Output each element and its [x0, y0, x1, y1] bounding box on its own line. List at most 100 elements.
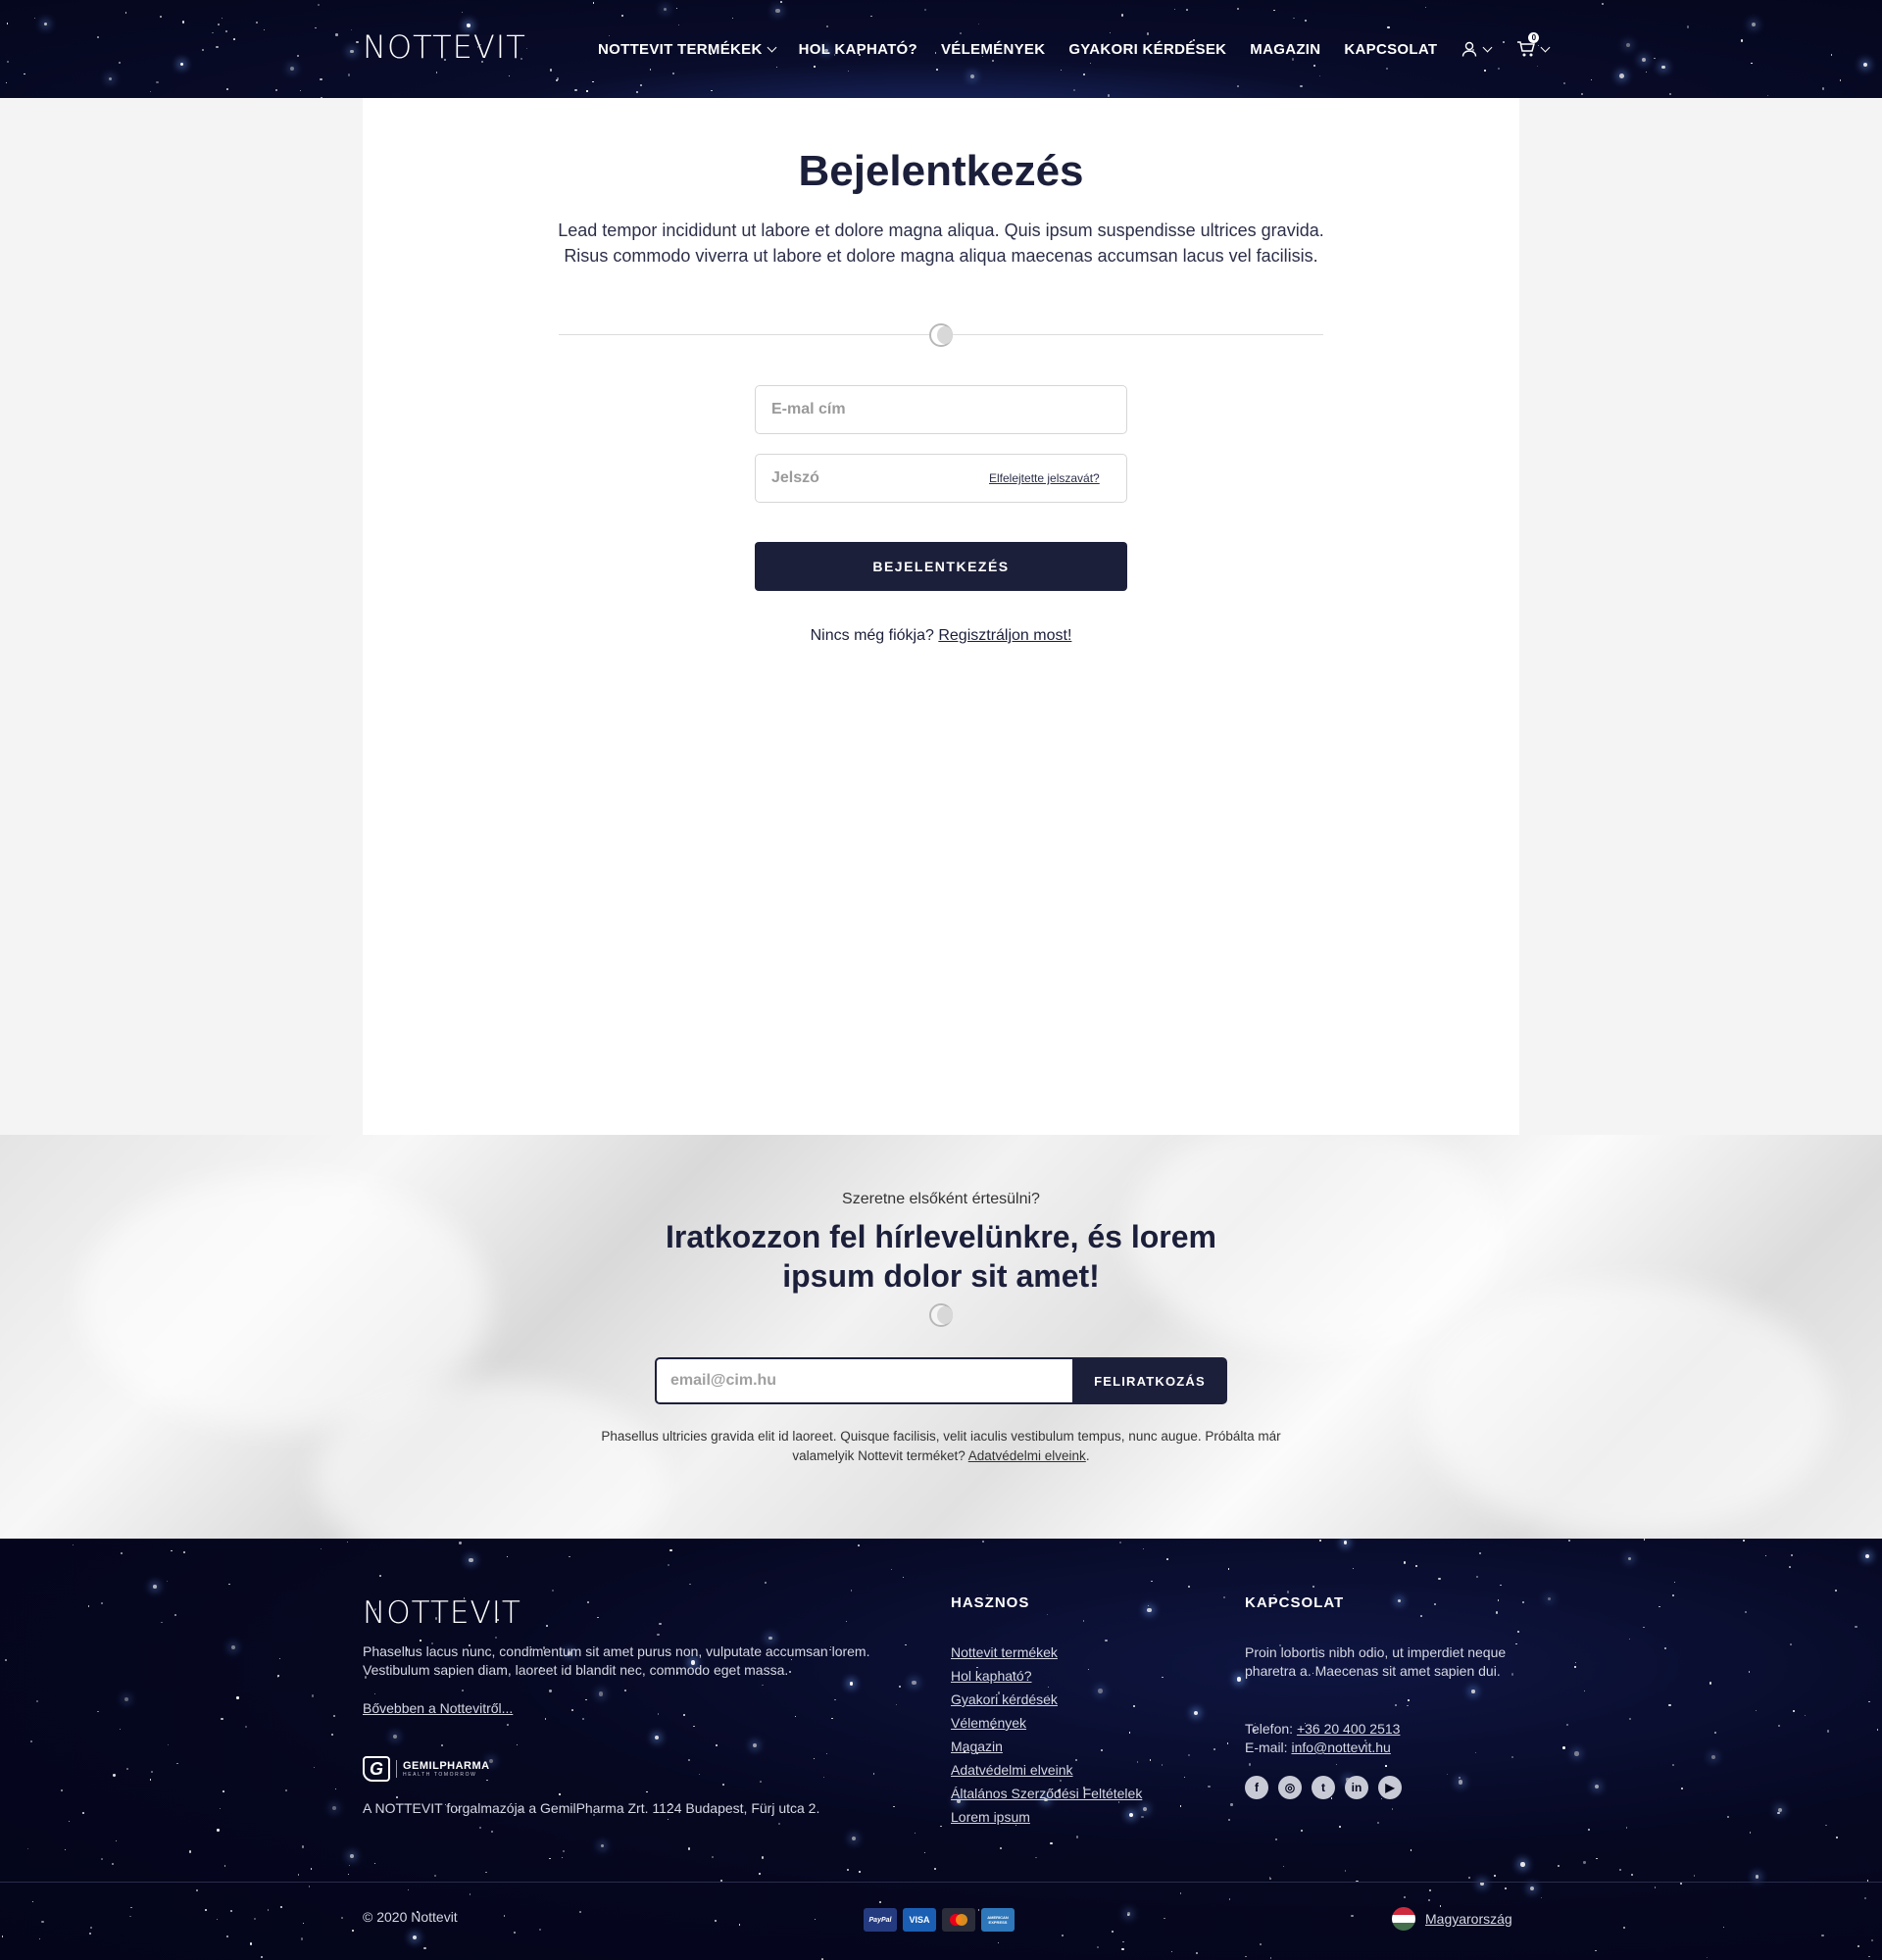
star — [1035, 1856, 1037, 1858]
star — [1668, 1704, 1671, 1707]
login-button[interactable]: BEJELENTKEZÉS — [755, 542, 1127, 591]
visa-icon: VISA — [903, 1908, 936, 1932]
star — [1654, 57, 1656, 60]
star — [1581, 93, 1584, 96]
star — [1511, 1673, 1514, 1676]
star — [623, 1689, 626, 1691]
star — [244, 1726, 247, 1729]
linkedin-icon[interactable]: in — [1345, 1776, 1368, 1799]
footer-link-lorem[interactable]: Lorem ipsum — [951, 1808, 1142, 1826]
star — [1749, 1832, 1752, 1834]
star — [1529, 1886, 1534, 1891]
email-label: E-mail: — [1245, 1740, 1288, 1755]
star — [459, 1542, 462, 1544]
star — [350, 29, 352, 31]
facebook-icon[interactable]: f — [1245, 1776, 1268, 1799]
star — [7, 60, 9, 63]
star — [879, 1901, 881, 1904]
footer-link-terms[interactable]: Általános Szerződési Feltételek — [951, 1785, 1142, 1802]
star — [351, 1930, 354, 1933]
star — [857, 1544, 860, 1547]
star — [1434, 1603, 1437, 1606]
newsletter-email-input[interactable] — [655, 1357, 1072, 1404]
chevron-down-icon — [1482, 42, 1493, 52]
star — [1618, 73, 1624, 78]
star — [1312, 1586, 1314, 1588]
email-link[interactable]: info@nottevit.hu — [1291, 1740, 1390, 1755]
star — [1268, 1877, 1272, 1881]
star — [513, 1931, 516, 1934]
star — [1755, 1709, 1757, 1712]
star — [1643, 1539, 1646, 1541]
about-link[interactable]: Bővebben a Nottevitről... — [363, 1700, 513, 1716]
star — [69, 1820, 71, 1822]
star — [1583, 1861, 1586, 1864]
account-menu[interactable] — [1461, 40, 1493, 58]
star — [221, 1717, 223, 1720]
nottevit-logo[interactable]: NOTTEVIT — [363, 29, 526, 65]
footer-link-where-to-buy[interactable]: Hol kapható? — [951, 1667, 1142, 1685]
star — [1184, 1777, 1186, 1779]
star — [1619, 1869, 1622, 1872]
star — [89, 1932, 92, 1935]
star — [462, 12, 464, 14]
footer-logo[interactable]: NOTTEVIT — [363, 1595, 521, 1631]
star — [761, 1856, 765, 1859]
footer-link-privacy[interactable]: Adatvédelmi elveink — [951, 1761, 1142, 1779]
country-link[interactable]: Magyarország — [1425, 1911, 1512, 1927]
nav-item-contact[interactable]: KAPCSOLAT — [1344, 41, 1437, 58]
star — [160, 1621, 163, 1624]
star — [228, 1583, 230, 1586]
star — [441, 1744, 443, 1746]
nav-item-reviews[interactable]: VÉLEMÉNYEK — [941, 41, 1045, 58]
star — [1767, 94, 1769, 97]
star — [1479, 1552, 1481, 1554]
star — [489, 1758, 494, 1764]
country-selector[interactable]: Magyarország — [1392, 1907, 1512, 1931]
star — [898, 1685, 902, 1688]
star — [569, 1555, 570, 1558]
cart-menu[interactable]: 0 — [1516, 32, 1551, 58]
star — [1408, 1699, 1410, 1701]
footer-link-products[interactable]: Nottevit termékek — [951, 1643, 1142, 1661]
star — [43, 22, 47, 25]
gemilpharma-logo[interactable]: G GEMILPHARMA HEALTH TOMORROW — [363, 1756, 490, 1782]
youtube-icon[interactable]: ▶ — [1378, 1776, 1402, 1799]
star — [794, 1715, 797, 1718]
instagram-icon[interactable]: ◎ — [1278, 1776, 1302, 1799]
subscribe-button[interactable]: FELIRATKOZÁS — [1072, 1357, 1227, 1404]
star — [658, 1713, 660, 1715]
star — [1574, 1666, 1576, 1668]
hungary-flag-icon — [1392, 1907, 1415, 1931]
star — [689, 1583, 692, 1586]
privacy-link[interactable]: Adatvédelmi elveink — [968, 1448, 1086, 1463]
star — [1792, 1709, 1795, 1712]
star — [1835, 1590, 1838, 1592]
forgot-password-link[interactable]: Elfelejtette jelszavát? — [989, 471, 1100, 485]
footer-link-magazine[interactable]: Magazin — [951, 1738, 1142, 1755]
twitter-icon[interactable]: t — [1312, 1776, 1335, 1799]
star — [688, 1759, 690, 1761]
phone-link[interactable]: +36 20 400 2513 — [1297, 1721, 1401, 1737]
star — [1494, 1874, 1497, 1877]
nav-item-magazine[interactable]: MAGAZIN — [1250, 41, 1320, 58]
star — [1162, 1676, 1164, 1678]
star — [940, 1825, 942, 1828]
nav-item-faq[interactable]: GYAKORI KÉRDÉSEK — [1068, 41, 1226, 58]
star — [570, 1708, 573, 1711]
star — [1661, 65, 1665, 70]
star — [1230, 1803, 1233, 1806]
nav-item-where-to-buy[interactable]: HOL KAPHATÓ? — [799, 41, 917, 58]
star — [176, 1762, 178, 1765]
star — [1595, 1949, 1597, 1952]
nav-item-products[interactable]: NOTTEVIT TERMÉKEK — [598, 41, 777, 58]
footer-link-faq[interactable]: Gyakori kérdések — [951, 1690, 1142, 1708]
register-link[interactable]: Regisztráljon most! — [938, 627, 1071, 644]
email-field[interactable] — [755, 385, 1127, 434]
star — [765, 1581, 768, 1584]
site-header: NOTTEVIT NOTTEVIT TERMÉKEK HOL KAPHATÓ? … — [0, 0, 1882, 98]
star — [1236, 1677, 1242, 1683]
star — [586, 90, 588, 92]
footer-link-reviews[interactable]: Vélemények — [951, 1714, 1142, 1732]
star — [1693, 1875, 1695, 1877]
